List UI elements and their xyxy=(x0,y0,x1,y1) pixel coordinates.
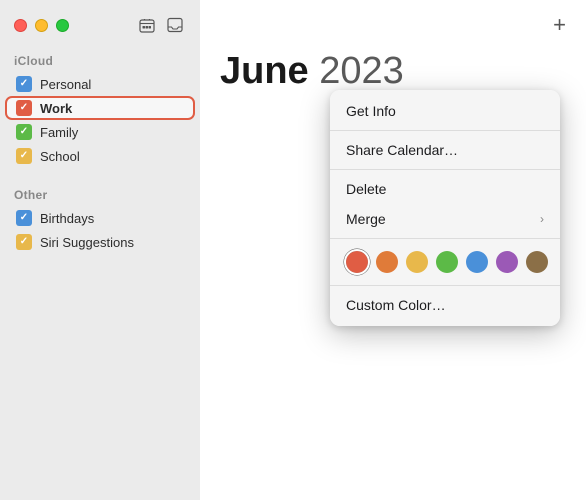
year-value: 2023 xyxy=(319,50,404,92)
school-checkbox[interactable] xyxy=(16,148,32,164)
minimize-button[interactable] xyxy=(35,19,48,32)
menu-divider-4 xyxy=(330,285,560,286)
siri-suggestions-label: Siri Suggestions xyxy=(40,235,134,250)
traffic-lights-bar xyxy=(0,0,200,46)
sidebar-item-birthdays[interactable]: Birthdays xyxy=(6,207,194,229)
siri-suggestions-checkbox[interactable] xyxy=(16,234,32,250)
sidebar-item-school[interactable]: School xyxy=(6,145,194,167)
color-swatch-red[interactable] xyxy=(346,251,368,273)
icloud-section-label: iCloud xyxy=(0,46,200,72)
menu-divider-2 xyxy=(330,169,560,170)
sidebar-item-siri-suggestions[interactable]: Siri Suggestions xyxy=(6,231,194,253)
color-swatch-brown[interactable] xyxy=(526,251,548,273)
color-palette-row xyxy=(330,243,560,281)
add-button[interactable]: + xyxy=(553,14,566,36)
personal-label: Personal xyxy=(40,77,91,92)
toolbar-icons xyxy=(136,14,186,36)
color-swatch-blue[interactable] xyxy=(466,251,488,273)
merge-submenu-chevron: › xyxy=(540,212,544,226)
menu-item-merge[interactable]: Merge › xyxy=(330,204,560,234)
other-section-label: Other xyxy=(0,180,200,206)
month-name: June xyxy=(220,50,309,92)
sidebar-item-family[interactable]: Family xyxy=(6,121,194,143)
birthdays-label: Birthdays xyxy=(40,211,94,226)
main-top-bar: + xyxy=(220,14,566,36)
family-label: Family xyxy=(40,125,78,140)
sidebar-item-personal[interactable]: Personal xyxy=(6,73,194,95)
color-swatch-green[interactable] xyxy=(436,251,458,273)
sidebar: iCloud Personal Work Family School Other… xyxy=(0,0,200,500)
school-label: School xyxy=(40,149,80,164)
context-menu: Get Info Share Calendar… Delete Merge › … xyxy=(330,90,560,326)
color-swatch-purple[interactable] xyxy=(496,251,518,273)
menu-item-get-info[interactable]: Get Info xyxy=(330,96,560,126)
sidebar-item-work[interactable]: Work xyxy=(6,97,194,119)
menu-item-custom-color[interactable]: Custom Color… xyxy=(330,290,560,320)
color-swatch-orange[interactable] xyxy=(376,251,398,273)
work-checkbox[interactable] xyxy=(16,100,32,116)
menu-item-share-calendar[interactable]: Share Calendar… xyxy=(330,135,560,165)
inbox-icon[interactable] xyxy=(164,14,186,36)
close-button[interactable] xyxy=(14,19,27,32)
family-checkbox[interactable] xyxy=(16,124,32,140)
menu-divider-3 xyxy=(330,238,560,239)
color-swatch-yellow[interactable] xyxy=(406,251,428,273)
maximize-button[interactable] xyxy=(56,19,69,32)
menu-item-delete[interactable]: Delete xyxy=(330,174,560,204)
birthdays-checkbox[interactable] xyxy=(16,210,32,226)
menu-divider-1 xyxy=(330,130,560,131)
calendar-grid-icon[interactable] xyxy=(136,14,158,36)
main-area: + June 2023 Get Info Share Calendar… Del… xyxy=(200,0,586,500)
month-title: June 2023 xyxy=(220,50,566,93)
personal-checkbox[interactable] xyxy=(16,76,32,92)
work-label: Work xyxy=(40,101,72,116)
